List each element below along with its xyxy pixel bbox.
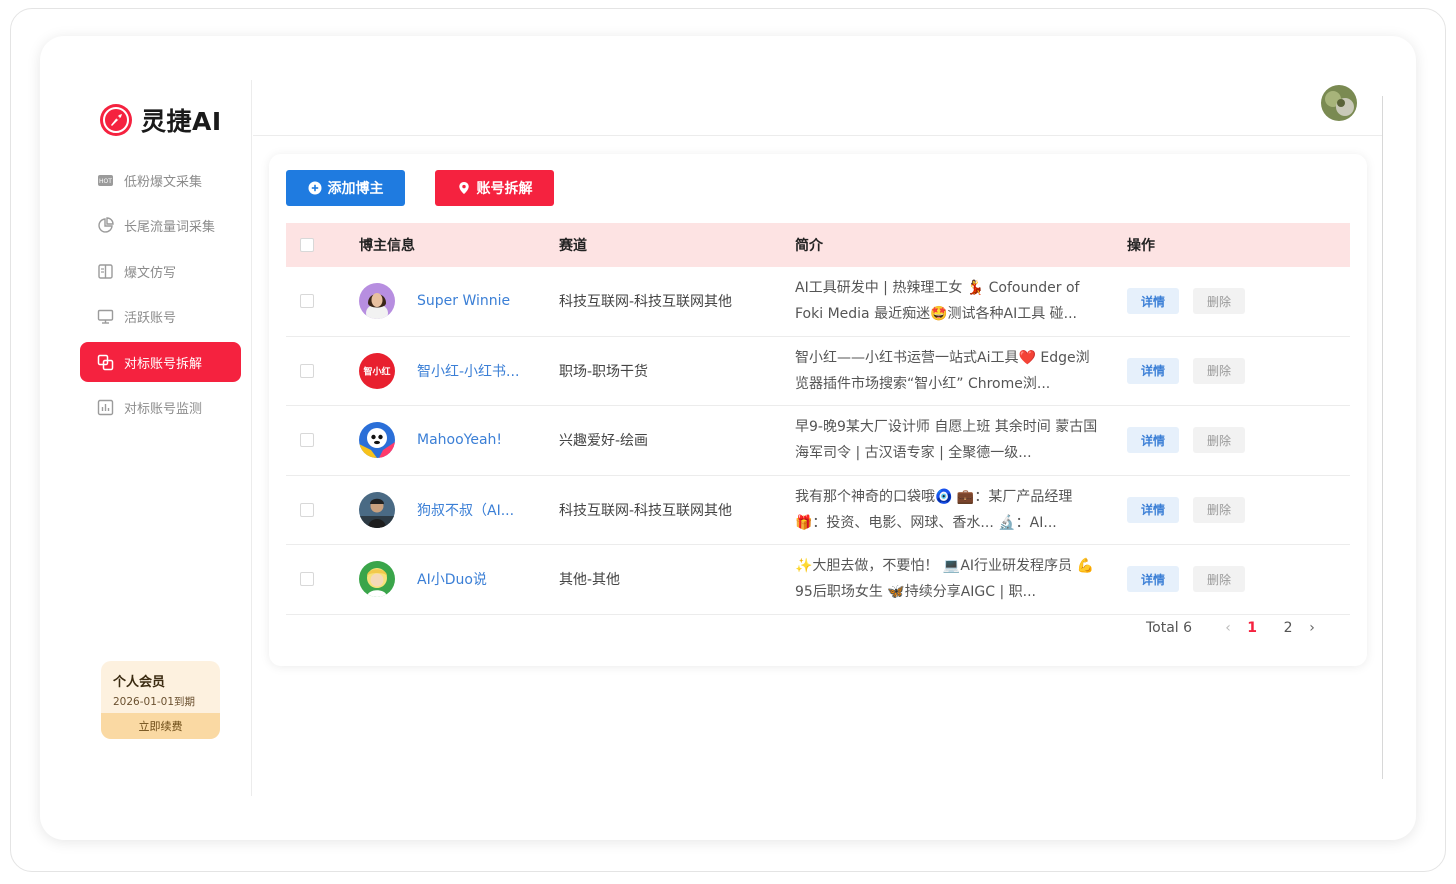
account-split-label: 账号拆解 bbox=[476, 181, 533, 197]
renew-button[interactable]: 立即续费 bbox=[101, 713, 220, 739]
row-checkbox[interactable] bbox=[300, 502, 314, 517]
sidebar-item-label: 对标账号监测 bbox=[124, 402, 203, 417]
page-1-button[interactable]: 1 bbox=[1234, 620, 1270, 636]
sidebar-item-low-fan-hot-posts[interactable]: HOT 低粉爆文采集 bbox=[80, 160, 241, 200]
table-row: MahooYeah! 兴趣爱好-绘画 早9-晚9某大厂设计师 自愿上班 其余时间… bbox=[286, 406, 1350, 476]
page-2-button[interactable]: 2 bbox=[1270, 620, 1306, 636]
row-checkbox[interactable] bbox=[300, 572, 314, 587]
sidebar-item-longtail-keywords[interactable]: 长尾流量词采集 bbox=[80, 206, 241, 246]
rocket-logo-icon bbox=[100, 104, 132, 136]
monitor-icon bbox=[97, 309, 114, 324]
detail-button[interactable]: 详情 bbox=[1127, 288, 1179, 315]
avatar-badge-text: 智小红 bbox=[363, 365, 390, 377]
sidebar-item-label: 低粉爆文采集 bbox=[124, 174, 203, 190]
header-bio: 简介 bbox=[795, 238, 823, 254]
delete-button[interactable]: 删除 bbox=[1193, 357, 1245, 384]
member-title: 个人会员 bbox=[113, 675, 166, 690]
blogger-bio: 早9-晚9某大厂设计师 自愿上班 其余时间 蒙古国海军司令 | 古汉语专家 | … bbox=[795, 419, 1098, 462]
chevron-left-icon[interactable]: ‹ bbox=[1222, 620, 1234, 636]
blogger-avatar-image bbox=[359, 283, 395, 320]
blogger-avatar[interactable]: 智小红 bbox=[359, 352, 395, 389]
row-checkbox[interactable] bbox=[300, 363, 314, 378]
blogger-table: 博主信息 赛道 简介 操作 Super Winnie 科技互联网-科技互联网其他… bbox=[286, 223, 1350, 615]
sidebar: 灵捷AI HOT 低粉爆文采集 长尾流量词采集 爆文仿写 活跃账号 对标账号拆解 bbox=[40, 80, 252, 796]
hot-tag-icon: HOT bbox=[98, 174, 113, 186]
blogger-bio: AI工具研发中 | 热辣理工女 💃 Cofounder of Foki Medi… bbox=[795, 280, 1080, 323]
user-avatar[interactable] bbox=[1321, 85, 1357, 121]
pagination-total: Total 6 bbox=[1146, 620, 1193, 636]
chevron-right-icon[interactable]: › bbox=[1306, 620, 1318, 636]
blogger-bio: 我有那个神奇的口袋哦🧿 💼：某厂产品经理 🎁：投资、电影、网球、香水... 🔬：… bbox=[795, 488, 1073, 531]
bar-chart-icon bbox=[97, 399, 114, 416]
delete-button[interactable]: 删除 bbox=[1193, 288, 1245, 315]
table-row: AI小Duo说 其他-其他 ✨大胆去做，不要怕！ 💻AI行业研发程序员 💪95后… bbox=[286, 545, 1350, 615]
blogger-avatar-image bbox=[359, 422, 395, 459]
user-avatar-image bbox=[1321, 85, 1357, 121]
blogger-bio: ✨大胆去做，不要怕！ 💻AI行业研发程序员 💪95后职场女生 🦋持续分享AIGC… bbox=[795, 558, 1094, 601]
header-ops: 操作 bbox=[1127, 238, 1155, 254]
pagination: Total 6 ‹ 1 2 › bbox=[1146, 620, 1318, 636]
svg-text:HOT: HOT bbox=[99, 178, 112, 185]
sidebar-item-active-accounts[interactable]: 活跃账号 bbox=[80, 297, 241, 337]
member-card: 个人会员 2026-01-01到期 立即续费 bbox=[101, 661, 220, 739]
blogger-avatar-image bbox=[359, 491, 395, 528]
blogger-avatar[interactable] bbox=[359, 283, 395, 320]
blogger-name[interactable]: MahooYeah! bbox=[417, 432, 502, 448]
blogger-avatar[interactable] bbox=[359, 422, 395, 459]
logo-text: 灵捷AI bbox=[141, 107, 222, 136]
row-checkbox[interactable] bbox=[300, 433, 314, 448]
row-checkbox[interactable] bbox=[300, 294, 314, 309]
add-blogger-label: 添加博主 bbox=[327, 181, 384, 197]
add-blogger-button[interactable]: 添加博主 bbox=[286, 170, 405, 206]
content-card: 添加博主 账号拆解 博主信息 赛道 简介 操作 Super Winnie 科技互… bbox=[269, 154, 1367, 666]
blogger-name[interactable]: 狗叔不叔（AI... bbox=[417, 500, 514, 520]
account-split-button[interactable]: 账号拆解 bbox=[435, 170, 554, 206]
logo[interactable]: 灵捷AI bbox=[99, 102, 222, 138]
blogger-track: 科技互联网-科技互联网其他 bbox=[559, 502, 733, 519]
blogger-track: 其他-其他 bbox=[559, 572, 621, 589]
blogger-name[interactable]: Super Winnie bbox=[417, 293, 510, 309]
table-row: 智小红 智小红-小红书... 职场-职场干货 智小红——小红书运营一站式Ai工具… bbox=[286, 337, 1350, 406]
header-info: 博主信息 bbox=[359, 238, 415, 254]
pie-chart-icon bbox=[98, 217, 114, 233]
book-edit-icon bbox=[98, 263, 113, 279]
detail-button[interactable]: 详情 bbox=[1127, 566, 1179, 593]
blogger-track: 兴趣爱好-绘画 bbox=[559, 433, 649, 450]
member-expire-date: 2026-01-01到期 bbox=[113, 696, 196, 708]
table-row: Super Winnie 科技互联网-科技互联网其他 AI工具研发中 | 热辣理… bbox=[286, 267, 1350, 337]
app-window: 灵捷AI HOT 低粉爆文采集 长尾流量词采集 爆文仿写 活跃账号 对标账号拆解 bbox=[40, 36, 1416, 840]
topbar bbox=[253, 80, 1383, 136]
blogger-avatar[interactable] bbox=[359, 561, 395, 598]
blogger-avatar-image: 智小红 bbox=[359, 352, 395, 389]
select-all-checkbox[interactable] bbox=[300, 238, 314, 252]
sidebar-item-label: 活跃账号 bbox=[124, 311, 177, 326]
blogger-track: 职场-职场干货 bbox=[559, 363, 649, 380]
blogger-avatar-image bbox=[359, 561, 395, 598]
sidebar-item-label: 爆文仿写 bbox=[124, 265, 177, 281]
detail-button[interactable]: 详情 bbox=[1127, 496, 1179, 523]
right-divider bbox=[1382, 96, 1383, 779]
delete-button[interactable]: 删除 bbox=[1193, 566, 1245, 593]
detail-button[interactable]: 详情 bbox=[1127, 357, 1179, 384]
blogger-name[interactable]: 智小红-小红书... bbox=[417, 361, 519, 381]
blogger-avatar[interactable] bbox=[359, 491, 395, 528]
plus-circle-icon bbox=[308, 181, 321, 195]
sidebar-item-post-rewrite[interactable]: 爆文仿写 bbox=[80, 251, 241, 291]
table-row: 狗叔不叔（AI... 科技互联网-科技互联网其他 我有那个神奇的口袋哦🧿 💼：某… bbox=[286, 476, 1350, 545]
header-track: 赛道 bbox=[559, 238, 587, 254]
sidebar-item-benchmark-monitor[interactable]: 对标账号监测 bbox=[80, 388, 241, 428]
detail-button[interactable]: 详情 bbox=[1127, 427, 1179, 454]
delete-button[interactable]: 删除 bbox=[1193, 427, 1245, 454]
table-header: 博主信息 赛道 简介 操作 bbox=[286, 223, 1350, 267]
sidebar-item-benchmark-split[interactable]: 对标账号拆解 bbox=[80, 342, 241, 382]
sidebar-item-label: 长尾流量词采集 bbox=[124, 220, 216, 235]
blogger-track: 科技互联网-科技互联网其他 bbox=[559, 294, 733, 311]
copy-split-icon bbox=[97, 354, 114, 370]
blogger-name[interactable]: AI小Duo说 bbox=[417, 569, 487, 589]
sidebar-nav: HOT 低粉爆文采集 长尾流量词采集 爆文仿写 活跃账号 对标账号拆解 对标账号… bbox=[80, 160, 241, 433]
sidebar-item-label: 对标账号拆解 bbox=[124, 356, 203, 372]
delete-button[interactable]: 删除 bbox=[1193, 496, 1245, 523]
blogger-bio: 智小红——小红书运营一站式Ai工具❤️ Edge浏览器插件市场搜索“智小红” C… bbox=[795, 349, 1090, 392]
location-pin-icon bbox=[458, 182, 469, 194]
